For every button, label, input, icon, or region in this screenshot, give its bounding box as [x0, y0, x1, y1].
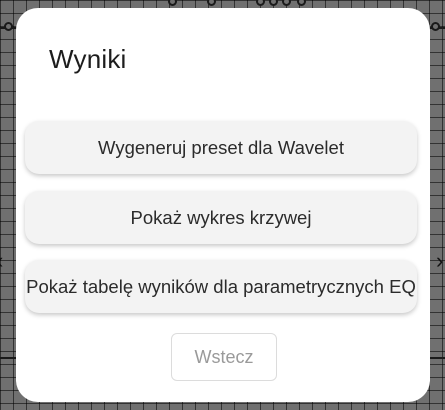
graph-point	[282, 0, 291, 6]
back-button[interactable]: Wstecz	[171, 333, 277, 381]
chevron-right-icon[interactable]: ›	[436, 250, 443, 272]
graph-point	[269, 0, 278, 6]
graph-point	[4, 22, 13, 31]
chevron-left-icon[interactable]: ‹	[0, 250, 3, 272]
show-curve-chart-button[interactable]: Pokaż wykres krzywej	[25, 191, 417, 244]
graph-point	[207, 0, 216, 6]
graph-point	[297, 0, 306, 6]
show-parametric-eq-table-button[interactable]: Pokaż tabelę wyników dla parametrycznych…	[25, 260, 417, 313]
results-dialog: Wyniki Wygeneruj preset dla Wavelet Poka…	[16, 8, 430, 402]
dialog-title: Wyniki	[49, 44, 127, 74]
graph-point	[431, 22, 440, 31]
graph-point	[256, 0, 265, 6]
graph-point	[168, 0, 177, 6]
generate-wavelet-preset-button[interactable]: Wygeneruj preset dla Wavelet	[25, 121, 417, 174]
